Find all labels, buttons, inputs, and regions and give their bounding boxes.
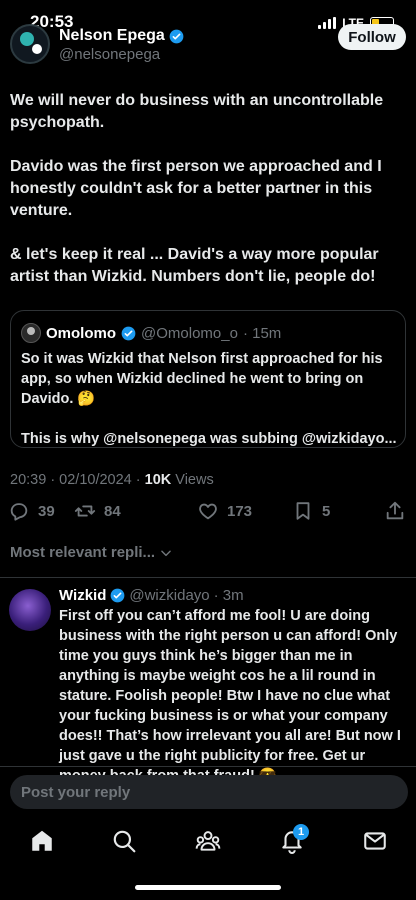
quote-avatar xyxy=(21,323,41,343)
reply-author-handle: @wizkidayo xyxy=(129,587,210,604)
reply-sort-dropdown[interactable]: Most relevant repli... xyxy=(10,544,173,561)
reply-sort-label: Most relevant repli... xyxy=(10,544,156,561)
action-bar: 39 84 173 5 xyxy=(8,500,408,528)
reply-header: Wizkid @wizkidayo · 3m xyxy=(59,587,244,604)
share-button[interactable] xyxy=(384,500,406,522)
reply-avatar[interactable] xyxy=(9,589,51,631)
heart-icon xyxy=(199,503,217,520)
author-name: Nelson Epega xyxy=(59,27,165,44)
divider xyxy=(0,577,416,578)
bookmark-icon xyxy=(296,502,310,520)
reply-button[interactable]: 39 xyxy=(8,500,55,522)
verified-icon xyxy=(121,326,136,340)
follow-button[interactable]: Follow xyxy=(338,24,406,50)
nav-home[interactable] xyxy=(29,828,55,854)
views-label: Views xyxy=(171,472,214,488)
bookmark-button[interactable]: 5 xyxy=(292,500,330,522)
repost-icon xyxy=(74,505,96,517)
verified-icon xyxy=(169,29,184,43)
reply-author-name[interactable]: Wizkid xyxy=(59,587,106,604)
like-count: 173 xyxy=(227,502,253,520)
author-name-row[interactable]: Nelson Epega xyxy=(59,27,184,45)
search-icon xyxy=(113,830,136,853)
divider xyxy=(0,766,416,767)
nav-communities[interactable] xyxy=(195,828,221,854)
repost-button[interactable]: 84 xyxy=(74,500,121,522)
nav-search[interactable] xyxy=(111,828,137,854)
communities-icon xyxy=(195,831,221,851)
quote-header: Omolomo @Omolomo_o · 15m xyxy=(21,323,281,343)
notifications-badge: 1 xyxy=(293,824,309,840)
tweet-header: Nelson Epega @nelsonepega Follow xyxy=(10,22,406,68)
tweet-timestamp: 20:39 · 02/10/2024 · xyxy=(10,472,145,488)
reply-time: · 3m xyxy=(213,587,244,604)
reply-text: First off you can’t afford me fool! U ar… xyxy=(59,608,401,784)
tweet-meta: 20:39 · 02/10/2024 · 10K Views xyxy=(10,472,214,488)
nav-notifications[interactable]: 1 xyxy=(279,824,309,854)
quote-time: · 15m xyxy=(242,324,282,342)
reply-input[interactable] xyxy=(10,775,408,809)
author-handle: @nelsonepega xyxy=(59,46,161,63)
bookmark-count: 5 xyxy=(322,502,331,520)
reply-icon xyxy=(10,503,28,521)
repost-count: 84 xyxy=(104,502,121,520)
reply-count: 39 xyxy=(38,502,55,520)
like-button[interactable]: 173 xyxy=(197,500,252,522)
views-count: 10K xyxy=(144,472,172,488)
chevron-down-icon xyxy=(161,550,171,556)
quoted-tweet[interactable]: Omolomo @Omolomo_o · 15m So it was Wizki… xyxy=(10,310,406,448)
bottom-nav: 1 xyxy=(0,822,416,862)
author-avatar[interactable] xyxy=(10,24,50,64)
verified-icon xyxy=(111,588,125,603)
quote-paragraph: This is why @nelsonepega was subbing @wi… xyxy=(21,431,397,447)
quote-author-handle: @Omolomo_o xyxy=(141,324,238,342)
nav-messages[interactable] xyxy=(362,828,388,854)
tweet-paragraph: & let's keep it real ... David's a way m… xyxy=(10,246,379,285)
quote-author-name: Omolomo xyxy=(46,324,116,342)
quote-text: So it was Wizkid that Nelson first appro… xyxy=(21,349,397,469)
home-icon xyxy=(32,830,52,851)
home-indicator[interactable] xyxy=(135,885,281,890)
tweet-paragraph: We will never do business with an uncont… xyxy=(10,92,384,131)
share-icon xyxy=(386,501,404,520)
mail-icon xyxy=(364,832,386,850)
quote-paragraph: So it was Wizkid that Nelson first appro… xyxy=(21,351,383,407)
tweet-text: We will never do business with an uncont… xyxy=(10,90,406,310)
tweet-paragraph: Davido was the first person we approache… xyxy=(10,158,382,219)
